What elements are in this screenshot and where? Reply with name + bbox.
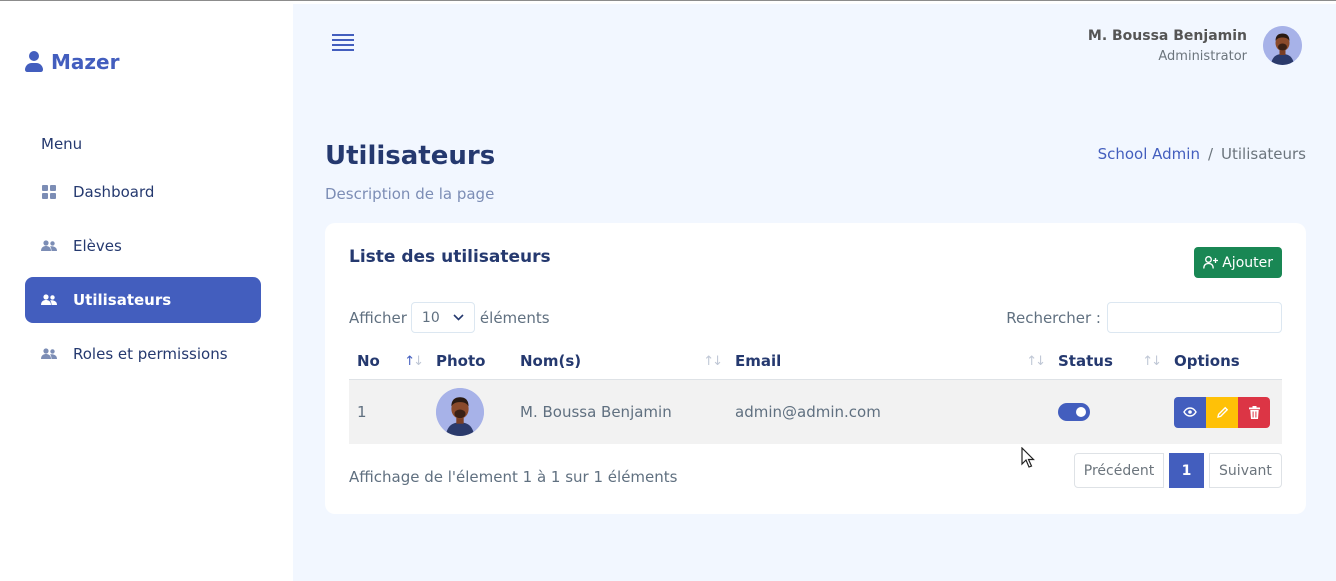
sort-icon: ↑↓	[1142, 353, 1162, 369]
page-length-control: Afficher 10 éléments	[349, 302, 550, 333]
sidebar-item-label: Dashboard	[73, 183, 155, 201]
menu-toggle-button[interactable]	[332, 34, 354, 54]
grid-icon	[41, 184, 57, 200]
table-info: Affichage de l'élement 1 à 1 sur 1 éléme…	[349, 468, 678, 486]
add-user-label: Ajouter	[1222, 254, 1273, 271]
sidebar-item-label: Utilisateurs	[73, 291, 172, 309]
view-button[interactable]	[1174, 396, 1206, 428]
breadcrumb: School Admin / Utilisateurs	[1098, 145, 1306, 163]
cell-photo	[428, 380, 512, 444]
edit-button[interactable]	[1206, 396, 1238, 428]
breadcrumb-current: Utilisateurs	[1221, 145, 1306, 163]
user-logo-icon	[25, 51, 43, 73]
length-suffix: éléments	[479, 308, 550, 327]
sidebar-item-dashboard[interactable]: Dashboard	[25, 169, 261, 215]
user-menu[interactable]: M. Boussa Benjamin Administrator	[1088, 26, 1302, 65]
column-header-options: Options	[1174, 352, 1240, 370]
page-description: Description de la page	[325, 185, 495, 203]
sidebar-item-label: Roles et permissions	[73, 345, 228, 363]
users-table: No ↑↓ Photo Nom(s) ↑↓ Email ↑↓ Status ↑↓…	[349, 343, 1282, 444]
pencil-icon	[1216, 406, 1228, 418]
cell-name: M. Boussa Benjamin	[520, 403, 672, 421]
search-control: Rechercher :	[1006, 302, 1282, 333]
table-row: 1 M. Boussa Benjamin admin@admin.com	[349, 380, 1282, 444]
menu-title: Menu	[41, 135, 83, 153]
column-header-no[interactable]: No ↑↓	[349, 343, 428, 380]
status-toggle[interactable]	[1058, 403, 1090, 421]
eye-icon	[1183, 407, 1197, 417]
trash-icon	[1248, 405, 1260, 419]
row-actions	[1174, 396, 1270, 428]
pagination: Précédent 1 Suivant	[1074, 453, 1282, 488]
search-input[interactable]	[1107, 302, 1282, 333]
cell-status	[1050, 380, 1166, 444]
users-icon	[41, 346, 57, 362]
chevron-down-icon	[453, 314, 464, 321]
column-header-name[interactable]: Nom(s) ↑↓	[512, 343, 727, 380]
card-title: Liste des utilisateurs	[349, 247, 551, 267]
column-header-email[interactable]: Email ↑↓	[727, 343, 1050, 380]
user-role: Administrator	[1158, 48, 1247, 64]
column-header-photo: Photo	[436, 352, 486, 370]
sidebar-item-eleves[interactable]: Elèves	[25, 223, 261, 269]
search-label: Rechercher :	[1006, 308, 1101, 327]
cell-options	[1166, 380, 1282, 444]
delete-button[interactable]	[1238, 396, 1270, 428]
table-header: No ↑↓ Photo Nom(s) ↑↓ Email ↑↓ Status ↑↓…	[349, 343, 1282, 380]
pagination-next[interactable]: Suivant	[1209, 453, 1282, 488]
page-length-value: 10	[421, 309, 440, 326]
users-icon	[41, 238, 57, 254]
users-icon	[41, 292, 57, 308]
cell-email: admin@admin.com	[735, 403, 881, 421]
users-card: Liste des utilisateurs Ajouter Afficher …	[325, 223, 1306, 514]
pagination-page[interactable]: 1	[1169, 453, 1204, 488]
sort-icon: ↑↓	[404, 353, 424, 369]
breadcrumb-link-school-admin[interactable]: School Admin	[1098, 145, 1200, 163]
sidebar-menu: Dashboard Elèves Utilisateurs Roles et p…	[25, 169, 261, 385]
sidebar-item-roles[interactable]: Roles et permissions	[25, 331, 261, 377]
column-header-status[interactable]: Status ↑↓	[1050, 343, 1166, 380]
brand-name: Mazer	[51, 50, 120, 74]
cell-no: 1	[357, 403, 367, 421]
page-length-select[interactable]: 10	[410, 302, 475, 333]
pagination-previous[interactable]: Précédent	[1074, 453, 1164, 488]
mouse-cursor-icon	[1021, 447, 1035, 468]
page-title: Utilisateurs	[325, 141, 496, 171]
avatar[interactable]	[1263, 26, 1302, 65]
sidebar: Mazer Menu Dashboard Elèves Utilisateurs	[0, 4, 293, 581]
sort-icon: ↑↓	[1026, 353, 1046, 369]
sidebar-item-label: Elèves	[73, 237, 122, 255]
avatar	[436, 388, 484, 436]
sort-icon: ↑↓	[703, 353, 723, 369]
user-plus-icon	[1203, 256, 1219, 269]
length-prefix: Afficher	[349, 308, 407, 327]
sidebar-item-utilisateurs[interactable]: Utilisateurs	[25, 277, 261, 323]
brand-logo[interactable]: Mazer	[25, 50, 119, 74]
user-name: M. Boussa Benjamin	[1087, 27, 1247, 44]
hamburger-icon	[332, 34, 354, 36]
add-user-button[interactable]: Ajouter	[1194, 247, 1282, 278]
breadcrumb-separator: /	[1207, 145, 1214, 163]
